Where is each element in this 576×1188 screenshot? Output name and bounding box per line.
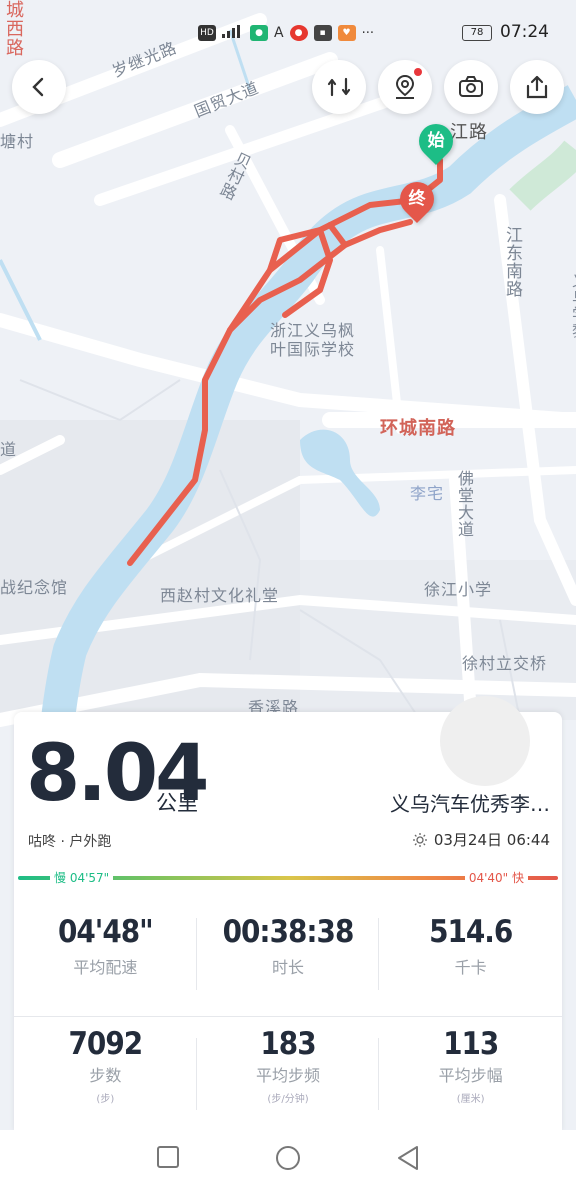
- route-toggle-icon: [327, 77, 351, 97]
- stat-value: 113: [443, 1026, 499, 1062]
- route-toggle-button[interactable]: [312, 60, 366, 114]
- map-label: 环城南路: [380, 418, 456, 439]
- stat-stride: 113 平均步幅 (厘米): [379, 1026, 562, 1105]
- battery-icon: 78: [462, 25, 492, 41]
- distance-unit: 公里: [156, 791, 198, 815]
- stat-value: 04'48": [57, 914, 154, 950]
- notification-dot: [414, 68, 422, 76]
- signal-icon: [222, 24, 244, 42]
- stat-value: 183: [260, 1026, 316, 1062]
- weibo-icon: ●: [289, 25, 308, 41]
- stat-value: 00:38:38: [222, 914, 355, 950]
- sun-icon: [412, 832, 427, 847]
- home-button[interactable]: [275, 1145, 301, 1171]
- stat-value: 514.6: [429, 914, 513, 950]
- location-button[interactable]: [378, 60, 432, 114]
- system-nav-bar: [0, 1130, 576, 1188]
- translate-icon: A: [274, 25, 284, 41]
- activity-type: 咕咚 · 户外跑: [28, 834, 112, 850]
- status-icons: HD ● A ● ▪ ♥ ···: [198, 24, 374, 42]
- stat-value: 7092: [68, 1026, 144, 1062]
- map-label: 李宅: [410, 484, 445, 503]
- map-label: 义乌学黎: [569, 272, 576, 340]
- end-pin[interactable]: 终: [392, 174, 442, 224]
- map-label: 战纪念馆: [0, 578, 69, 597]
- stat-label: 步数: [89, 1066, 122, 1085]
- share-icon: [526, 75, 548, 99]
- hd-icon: HD: [198, 25, 216, 41]
- divider: [196, 1038, 197, 1110]
- stat-label: 千卡: [454, 958, 487, 977]
- map-label: 江东南路: [502, 226, 522, 298]
- divider: [14, 1016, 562, 1017]
- stat-cadence: 183 平均步频 (步/分钟): [197, 1026, 380, 1105]
- map-label: 道: [0, 440, 18, 459]
- location-person-icon: [395, 74, 415, 99]
- back-arrow-icon: [32, 77, 44, 97]
- stat-avg-pace: 04'48" 平均配速: [14, 914, 197, 978]
- map-label: 浙江义乌枫叶国际学校: [270, 321, 356, 359]
- stat-calories: 514.6 千卡: [379, 914, 562, 978]
- clock: 07:24: [500, 22, 549, 42]
- divider: [196, 918, 197, 990]
- user-name[interactable]: 义乌汽车优秀李…: [390, 788, 550, 817]
- recents-button[interactable]: [156, 1145, 180, 1169]
- more-icon: ···: [361, 25, 374, 41]
- map-label: 西赵村文化礼堂: [160, 586, 280, 605]
- stats-row: 7092 步数 (步) 183 平均步频 (步/分钟) 113 平均步幅 (厘米…: [14, 1026, 562, 1105]
- pace-fast-label: 04'40" 快: [464, 870, 528, 886]
- app-icon: ♥: [337, 25, 356, 41]
- back-button[interactable]: [12, 60, 66, 114]
- map-label: 徐村立交桥: [462, 654, 548, 673]
- datetime-text: 03月24日 06:44: [433, 831, 550, 849]
- pace-legend: 慢 04'57" 04'40" 快: [18, 870, 558, 886]
- app-notification-icon: ●: [250, 25, 268, 41]
- back-nav-button[interactable]: [396, 1145, 420, 1171]
- stat-unit: (步): [96, 1094, 115, 1105]
- stat-label: 平均步频: [256, 1066, 321, 1085]
- stat-steps: 7092 步数 (步): [14, 1026, 197, 1105]
- stats-row: 04'48" 平均配速 00:38:38 时长 514.6 千卡: [14, 914, 562, 978]
- stat-unit: (步/分钟): [267, 1094, 309, 1105]
- camera-icon: [459, 76, 483, 97]
- camera-button[interactable]: [444, 60, 498, 114]
- map-label: 徐江小学: [424, 580, 493, 599]
- divider: [378, 1038, 379, 1110]
- map-label: 江路: [450, 122, 488, 143]
- stat-unit: (厘米): [456, 1094, 485, 1105]
- map-label: 佛堂大道: [455, 470, 474, 538]
- stat-label: 平均配速: [73, 958, 138, 977]
- map-label: 塘村: [0, 132, 35, 151]
- stat-duration: 00:38:38 时长: [197, 914, 380, 978]
- stat-label: 时长: [272, 958, 305, 977]
- divider: [378, 918, 379, 990]
- app-icon: ▪: [313, 25, 332, 41]
- status-bar: HD ● A ● ▪ ♥ ··· 78 07:24: [0, 0, 576, 64]
- stat-label: 平均步幅: [438, 1066, 503, 1085]
- share-button[interactable]: [510, 60, 564, 114]
- avatar[interactable]: [440, 696, 530, 786]
- start-pin[interactable]: 始: [411, 116, 461, 166]
- datetime: 03月24日 06:44: [412, 829, 550, 850]
- pace-slow-label: 慢 04'57": [50, 870, 114, 886]
